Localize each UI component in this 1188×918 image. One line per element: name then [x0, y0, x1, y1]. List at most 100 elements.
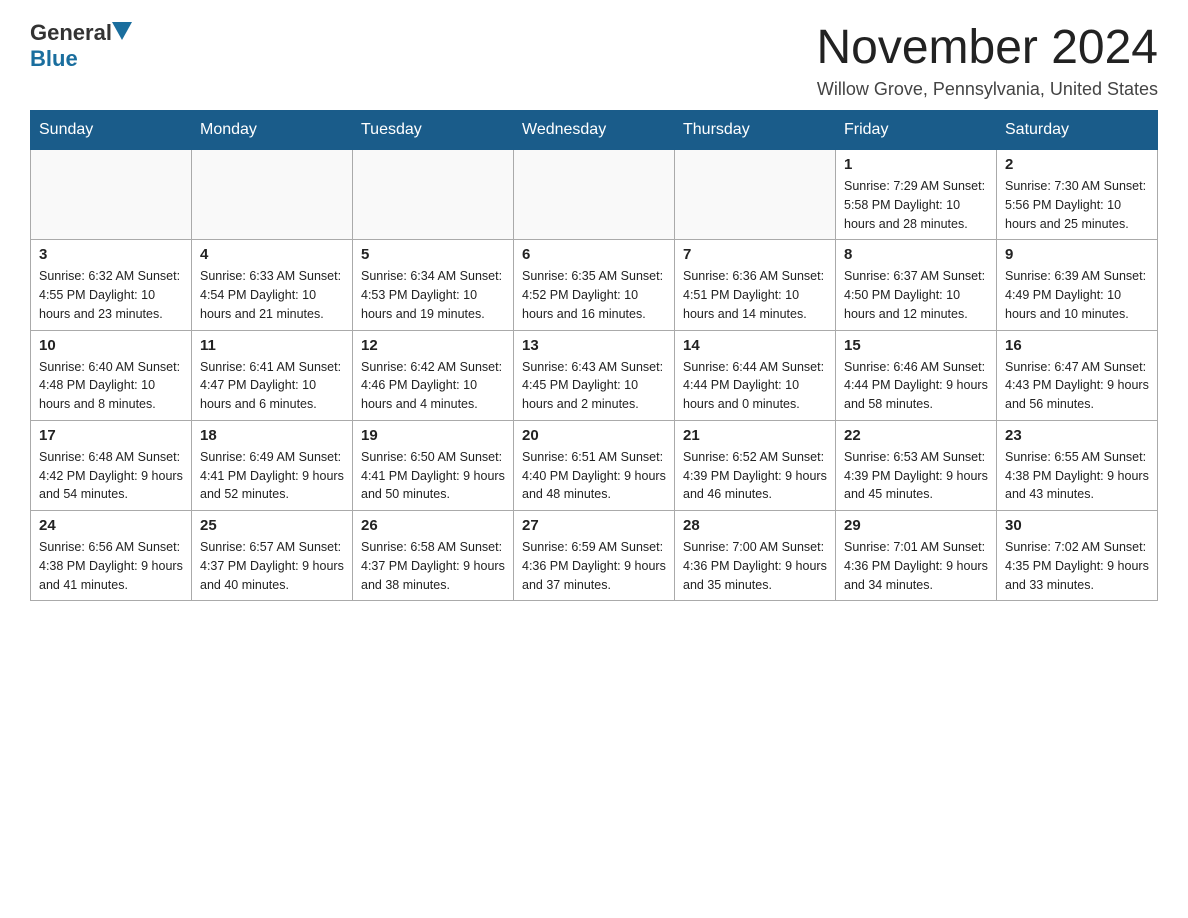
day-info: Sunrise: 6:43 AM Sunset: 4:45 PM Dayligh…	[522, 358, 666, 414]
calendar-day-cell: 8 Sunrise: 6:37 AM Sunset: 4:50 PM Daylig…	[836, 240, 997, 330]
day-number: 27	[522, 517, 666, 534]
logo-blue-text: Blue	[30, 46, 78, 71]
day-info: Sunrise: 6:50 AM Sunset: 4:41 PM Dayligh…	[361, 448, 505, 504]
month-year-title: November 2024	[816, 20, 1158, 75]
calendar-day-cell: 18 Sunrise: 6:49 AM Sunset: 4:41 PM Dayli…	[192, 420, 353, 510]
calendar-day-cell	[353, 150, 514, 240]
calendar-day-cell: 2 Sunrise: 7:30 AM Sunset: 5:56 PM Daylig…	[997, 150, 1158, 240]
page-header: General Blue November 2024 Willow Grove,…	[30, 20, 1158, 100]
day-info: Sunrise: 6:39 AM Sunset: 4:49 PM Dayligh…	[1005, 267, 1149, 323]
calendar-week-row: 24 Sunrise: 6:56 AM Sunset: 4:38 PM Dayli…	[31, 511, 1158, 601]
day-number: 9	[1005, 246, 1149, 263]
day-number: 21	[683, 427, 827, 444]
calendar-day-header: Saturday	[997, 111, 1158, 150]
day-info: Sunrise: 7:00 AM Sunset: 4:36 PM Dayligh…	[683, 538, 827, 594]
calendar-day-cell: 29Sunrise: 7:01 AM Sunset: 4:36 PM Dayli…	[836, 511, 997, 601]
logo-general-text: General	[30, 20, 112, 46]
calendar-day-cell: 9 Sunrise: 6:39 AM Sunset: 4:49 PM Daylig…	[997, 240, 1158, 330]
day-info: Sunrise: 6:40 AM Sunset: 4:48 PM Dayligh…	[39, 358, 183, 414]
day-number: 5	[361, 246, 505, 263]
day-number: 16	[1005, 337, 1149, 354]
day-info: Sunrise: 6:57 AM Sunset: 4:37 PM Dayligh…	[200, 538, 344, 594]
calendar-week-row: 3 Sunrise: 6:32 AM Sunset: 4:55 PM Daylig…	[31, 240, 1158, 330]
calendar-day-header: Thursday	[675, 111, 836, 150]
calendar-day-header: Monday	[192, 111, 353, 150]
calendar-day-cell: 25 Sunrise: 6:57 AM Sunset: 4:37 PM Dayli…	[192, 511, 353, 601]
calendar-week-row: 17 Sunrise: 6:48 AM Sunset: 4:42 PM Dayli…	[31, 420, 1158, 510]
day-info: Sunrise: 6:51 AM Sunset: 4:40 PM Dayligh…	[522, 448, 666, 504]
calendar-day-cell: 20 Sunrise: 6:51 AM Sunset: 4:40 PM Dayli…	[514, 420, 675, 510]
calendar-day-cell: 22Sunrise: 6:53 AM Sunset: 4:39 PM Dayli…	[836, 420, 997, 510]
day-number: 15	[844, 337, 988, 354]
calendar-day-cell: 26Sunrise: 6:58 AM Sunset: 4:37 PM Dayli…	[353, 511, 514, 601]
day-info: Sunrise: 6:56 AM Sunset: 4:38 PM Dayligh…	[39, 538, 183, 594]
day-number: 28	[683, 517, 827, 534]
day-info: Sunrise: 6:33 AM Sunset: 4:54 PM Dayligh…	[200, 267, 344, 323]
calendar-day-cell	[192, 150, 353, 240]
day-info: Sunrise: 7:02 AM Sunset: 4:35 PM Dayligh…	[1005, 538, 1149, 594]
calendar-day-cell: 30 Sunrise: 7:02 AM Sunset: 4:35 PM Dayli…	[997, 511, 1158, 601]
logo: General Blue	[30, 20, 134, 72]
day-info: Sunrise: 6:59 AM Sunset: 4:36 PM Dayligh…	[522, 538, 666, 594]
day-number: 23	[1005, 427, 1149, 444]
calendar-day-cell: 23Sunrise: 6:55 AM Sunset: 4:38 PM Dayli…	[997, 420, 1158, 510]
day-info: Sunrise: 6:46 AM Sunset: 4:44 PM Dayligh…	[844, 358, 988, 414]
calendar-day-cell: 21Sunrise: 6:52 AM Sunset: 4:39 PM Dayli…	[675, 420, 836, 510]
calendar-day-cell: 3 Sunrise: 6:32 AM Sunset: 4:55 PM Daylig…	[31, 240, 192, 330]
day-number: 11	[200, 337, 344, 354]
day-info: Sunrise: 6:37 AM Sunset: 4:50 PM Dayligh…	[844, 267, 988, 323]
calendar-week-row: 1 Sunrise: 7:29 AM Sunset: 5:58 PM Daylig…	[31, 150, 1158, 240]
calendar-day-header: Tuesday	[353, 111, 514, 150]
day-number: 2	[1005, 156, 1149, 173]
day-info: Sunrise: 6:42 AM Sunset: 4:46 PM Dayligh…	[361, 358, 505, 414]
calendar-day-header: Sunday	[31, 111, 192, 150]
day-info: Sunrise: 6:32 AM Sunset: 4:55 PM Dayligh…	[39, 267, 183, 323]
calendar-day-cell: 4 Sunrise: 6:33 AM Sunset: 4:54 PM Daylig…	[192, 240, 353, 330]
calendar-day-cell: 11Sunrise: 6:41 AM Sunset: 4:47 PM Dayli…	[192, 330, 353, 420]
calendar-day-cell: 15 Sunrise: 6:46 AM Sunset: 4:44 PM Dayli…	[836, 330, 997, 420]
calendar-day-cell: 12 Sunrise: 6:42 AM Sunset: 4:46 PM Dayli…	[353, 330, 514, 420]
day-info: Sunrise: 6:48 AM Sunset: 4:42 PM Dayligh…	[39, 448, 183, 504]
day-number: 12	[361, 337, 505, 354]
calendar-table: SundayMondayTuesdayWednesdayThursdayFrid…	[30, 110, 1158, 601]
day-number: 20	[522, 427, 666, 444]
calendar-day-cell: 16 Sunrise: 6:47 AM Sunset: 4:43 PM Dayli…	[997, 330, 1158, 420]
calendar-day-cell: 13 Sunrise: 6:43 AM Sunset: 4:45 PM Dayli…	[514, 330, 675, 420]
day-info: Sunrise: 7:30 AM Sunset: 5:56 PM Dayligh…	[1005, 177, 1149, 233]
calendar-header-row: SundayMondayTuesdayWednesdayThursdayFrid…	[31, 111, 1158, 150]
day-number: 24	[39, 517, 183, 534]
day-number: 19	[361, 427, 505, 444]
title-section: November 2024 Willow Grove, Pennsylvania…	[816, 20, 1158, 100]
calendar-day-cell: 24 Sunrise: 6:56 AM Sunset: 4:38 PM Dayli…	[31, 511, 192, 601]
day-number: 1	[844, 156, 988, 173]
calendar-day-cell: 7Sunrise: 6:36 AM Sunset: 4:51 PM Daylig…	[675, 240, 836, 330]
day-number: 8	[844, 246, 988, 263]
day-number: 25	[200, 517, 344, 534]
calendar-day-header: Wednesday	[514, 111, 675, 150]
calendar-day-cell	[514, 150, 675, 240]
logo-arrow-icon	[112, 22, 132, 45]
day-number: 4	[200, 246, 344, 263]
location-subtitle: Willow Grove, Pennsylvania, United State…	[816, 79, 1158, 100]
calendar-day-cell	[675, 150, 836, 240]
day-number: 30	[1005, 517, 1149, 534]
day-number: 14	[683, 337, 827, 354]
day-info: Sunrise: 6:35 AM Sunset: 4:52 PM Dayligh…	[522, 267, 666, 323]
day-number: 13	[522, 337, 666, 354]
day-info: Sunrise: 6:47 AM Sunset: 4:43 PM Dayligh…	[1005, 358, 1149, 414]
calendar-day-header: Friday	[836, 111, 997, 150]
calendar-day-cell: 6Sunrise: 6:35 AM Sunset: 4:52 PM Daylig…	[514, 240, 675, 330]
day-info: Sunrise: 7:29 AM Sunset: 5:58 PM Dayligh…	[844, 177, 988, 233]
day-number: 3	[39, 246, 183, 263]
calendar-day-cell: 27 Sunrise: 6:59 AM Sunset: 4:36 PM Dayli…	[514, 511, 675, 601]
calendar-day-cell: 28 Sunrise: 7:00 AM Sunset: 4:36 PM Dayli…	[675, 511, 836, 601]
day-number: 7	[683, 246, 827, 263]
day-info: Sunrise: 6:44 AM Sunset: 4:44 PM Dayligh…	[683, 358, 827, 414]
day-number: 18	[200, 427, 344, 444]
calendar-day-cell: 14 Sunrise: 6:44 AM Sunset: 4:44 PM Dayli…	[675, 330, 836, 420]
day-number: 17	[39, 427, 183, 444]
calendar-day-cell: 5 Sunrise: 6:34 AM Sunset: 4:53 PM Daylig…	[353, 240, 514, 330]
day-info: Sunrise: 6:34 AM Sunset: 4:53 PM Dayligh…	[361, 267, 505, 323]
day-number: 22	[844, 427, 988, 444]
day-info: Sunrise: 6:49 AM Sunset: 4:41 PM Dayligh…	[200, 448, 344, 504]
